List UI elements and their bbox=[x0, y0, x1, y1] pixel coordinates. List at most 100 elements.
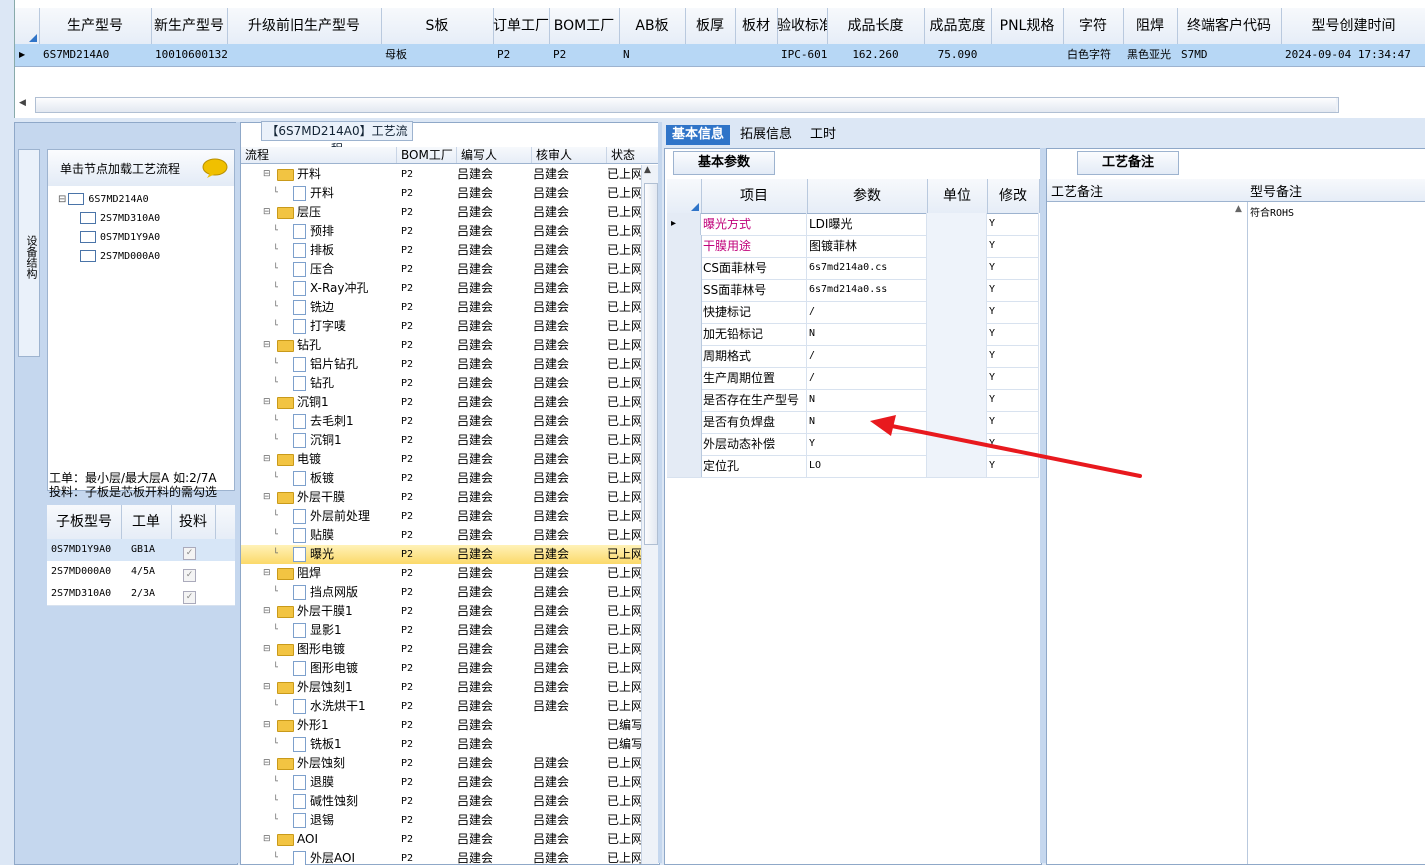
process-row[interactable]: └ 外层前处理 P2 吕建会 吕建会 已上网 bbox=[241, 507, 641, 526]
param-row[interactable]: 快捷标记 / Y bbox=[667, 301, 1039, 324]
process-row[interactable]: ⊟ 沉铜1 P2 吕建会 吕建会 已上网 bbox=[241, 393, 641, 412]
param-modify[interactable]: Y bbox=[987, 279, 1039, 301]
process-row[interactable]: ⊟ 钻孔 P2 吕建会 吕建会 已上网 bbox=[241, 336, 641, 355]
process-row[interactable]: └ 开料 P2 吕建会 吕建会 已上网 bbox=[241, 184, 641, 203]
process-row[interactable]: ⊟ 外形1 P2 吕建会 已编写 bbox=[241, 716, 641, 735]
process-row[interactable]: └ 退锡 P2 吕建会 吕建会 已上网 bbox=[241, 811, 641, 830]
param-row[interactable]: 生产周期位置 / Y bbox=[667, 367, 1039, 390]
param-modify[interactable]: Y bbox=[987, 323, 1039, 345]
param-modify[interactable]: Y bbox=[987, 301, 1039, 323]
collapse-icon[interactable]: ⊟ bbox=[263, 754, 271, 773]
cell[interactable]: 10010600132201 bbox=[151, 44, 227, 66]
column-header[interactable]: 项目 bbox=[701, 179, 808, 213]
process-row[interactable]: └ 压合 P2 吕建会 吕建会 已上网 bbox=[241, 260, 641, 279]
param-unit[interactable] bbox=[927, 301, 987, 323]
param-modify[interactable]: Y bbox=[987, 345, 1039, 367]
column-header[interactable]: 板材 bbox=[735, 8, 778, 44]
column-header[interactable]: 成品长度 bbox=[827, 8, 925, 44]
process-row[interactable]: ⊟ 阻焊 P2 吕建会 吕建会 已上网 bbox=[241, 564, 641, 583]
cell[interactable] bbox=[685, 44, 735, 66]
process-row[interactable]: └ 显影1 P2 吕建会 吕建会 已上网 bbox=[241, 621, 641, 640]
splitter-middle[interactable] bbox=[658, 122, 662, 863]
process-row[interactable]: └ 退膜 P2 吕建会 吕建会 已上网 bbox=[241, 773, 641, 792]
process-row[interactable]: ⊟ 层压 P2 吕建会 吕建会 已上网 bbox=[241, 203, 641, 222]
column-header[interactable]: 单位 bbox=[927, 179, 988, 213]
param-unit[interactable] bbox=[927, 323, 987, 345]
tree-node[interactable]: 2S7MD310A0 bbox=[78, 209, 160, 227]
column-header[interactable]: BOM工厂 bbox=[397, 147, 457, 163]
process-row[interactable]: ⊟ 外层蚀刻1 P2 吕建会 吕建会 已上网 bbox=[241, 678, 641, 697]
cell[interactable] bbox=[227, 44, 381, 66]
process-row[interactable]: └ X-Ray冲孔 P2 吕建会 吕建会 已上网 bbox=[241, 279, 641, 298]
param-row[interactable]: 干膜用途 图镀菲林 Y bbox=[667, 235, 1039, 258]
param-unit[interactable] bbox=[927, 345, 987, 367]
sub-board-row[interactable]: 2S7MD310A0 2/3A ✓ bbox=[47, 583, 235, 606]
top-grid-row[interactable]: ▶6S7MD214A010010600132201母板P2P2NIPC-6012… bbox=[15, 44, 1425, 67]
param-unit[interactable] bbox=[927, 279, 987, 301]
process-row[interactable]: └ 钻孔 P2 吕建会 吕建会 已上网 bbox=[241, 374, 641, 393]
tree-node[interactable]: ⊟ 6S7MD214A0 bbox=[58, 190, 149, 208]
horizontal-scrollbar[interactable] bbox=[35, 97, 1339, 113]
scroll-up-arrow-icon[interactable]: ▲ bbox=[1235, 204, 1242, 214]
sub-board-row[interactable]: 2S7MD000A0 4/5A ✓ bbox=[47, 561, 235, 584]
param-value[interactable]: 图镀菲林 bbox=[807, 235, 927, 257]
column-header[interactable]: AB板 bbox=[619, 8, 686, 44]
collapse-icon[interactable]: ⊟ bbox=[263, 165, 271, 184]
cell[interactable]: 75.090 bbox=[924, 44, 991, 66]
scroll-up-arrow-icon[interactable]: ▲ bbox=[644, 165, 651, 175]
collapse-icon[interactable]: ⊟ bbox=[263, 450, 271, 469]
tree-node[interactable]: 0S7MD1Y9A0 bbox=[78, 228, 160, 246]
cell[interactable]: S7MD bbox=[1177, 44, 1281, 66]
column-header[interactable]: 字符 bbox=[1063, 8, 1124, 44]
param-row[interactable]: SS面菲林号 6s7md214a0.ss Y bbox=[667, 279, 1039, 302]
param-unit[interactable] bbox=[927, 257, 987, 279]
column-header[interactable]: 核审人 bbox=[532, 147, 607, 163]
param-value[interactable]: N bbox=[807, 323, 927, 345]
tab-2[interactable]: 工时 bbox=[804, 125, 842, 145]
column-header[interactable]: 修改 bbox=[987, 179, 1040, 213]
param-value[interactable]: 6s7md214a0.ss bbox=[807, 279, 927, 301]
tab-device-structure[interactable]: 设备结构 bbox=[18, 149, 40, 357]
param-unit[interactable] bbox=[927, 367, 987, 389]
process-row[interactable]: └ 去毛刺1 P2 吕建会 吕建会 已上网 bbox=[241, 412, 641, 431]
column-header[interactable]: 升级前旧生产型号 bbox=[227, 8, 382, 44]
column-header[interactable]: 板厚 bbox=[685, 8, 736, 44]
param-row[interactable]: 加无铅标记 N Y bbox=[667, 323, 1039, 346]
feed-checkbox[interactable]: ✓ bbox=[183, 588, 196, 604]
cell[interactable]: 2024-09-04 17:34:47 bbox=[1281, 44, 1425, 66]
param-modify[interactable]: Y bbox=[987, 367, 1039, 389]
param-modify[interactable]: Y bbox=[987, 235, 1039, 257]
param-value[interactable]: 6s7md214a0.cs bbox=[807, 257, 927, 279]
cell[interactable]: 6S7MD214A0 bbox=[39, 44, 151, 66]
cell[interactable] bbox=[735, 44, 777, 66]
param-row[interactable]: 是否存在生产型号 N Y bbox=[667, 389, 1039, 412]
cell[interactable]: IPC-6012 II级 bbox=[777, 44, 827, 66]
model-remark-value[interactable]: 符合ROHS bbox=[1250, 204, 1294, 219]
feed-checkbox[interactable]: ✓ bbox=[183, 544, 196, 560]
feed-checkbox[interactable]: ✓ bbox=[183, 566, 196, 582]
param-modify[interactable]: Y bbox=[987, 213, 1039, 235]
param-value[interactable]: LDI曝光 bbox=[807, 213, 927, 235]
process-row[interactable]: └ 沉铜1 P2 吕建会 吕建会 已上网 bbox=[241, 431, 641, 450]
cell[interactable]: 白色字符 bbox=[1063, 44, 1123, 66]
process-row[interactable]: └ 水洗烘干1 P2 吕建会 吕建会 已上网 bbox=[241, 697, 641, 716]
column-header[interactable]: 订单工厂 bbox=[493, 8, 550, 44]
collapse-icon[interactable]: ⊟ bbox=[263, 830, 271, 849]
collapse-icon[interactable]: ⊟ bbox=[263, 393, 271, 412]
column-header[interactable]: 投料 bbox=[171, 505, 216, 539]
column-header[interactable]: 编写人 bbox=[457, 147, 532, 163]
column-header[interactable]: 工单 bbox=[121, 505, 172, 539]
cell[interactable]: P2 bbox=[493, 44, 549, 66]
cell[interactable]: N bbox=[619, 44, 685, 66]
collapse-icon[interactable]: ⊟ bbox=[263, 640, 271, 659]
process-row[interactable]: └ 图形电镀 P2 吕建会 吕建会 已上网 bbox=[241, 659, 641, 678]
column-header[interactable]: 生产型号 bbox=[39, 8, 152, 44]
collapse-icon[interactable]: ⊟ bbox=[263, 716, 271, 735]
process-remark-area[interactable] bbox=[1047, 202, 1248, 864]
process-row[interactable]: └ 打字唛 P2 吕建会 吕建会 已上网 bbox=[241, 317, 641, 336]
collapse-icon[interactable]: ⊟ bbox=[263, 564, 271, 583]
column-header[interactable]: 终端客户代码 bbox=[1177, 8, 1282, 44]
process-row[interactable]: └ 铣边 P2 吕建会 吕建会 已上网 bbox=[241, 298, 641, 317]
column-header[interactable]: 新生产型号 bbox=[151, 8, 228, 44]
scroll-left-arrow-icon[interactable]: ◀ bbox=[19, 98, 26, 108]
